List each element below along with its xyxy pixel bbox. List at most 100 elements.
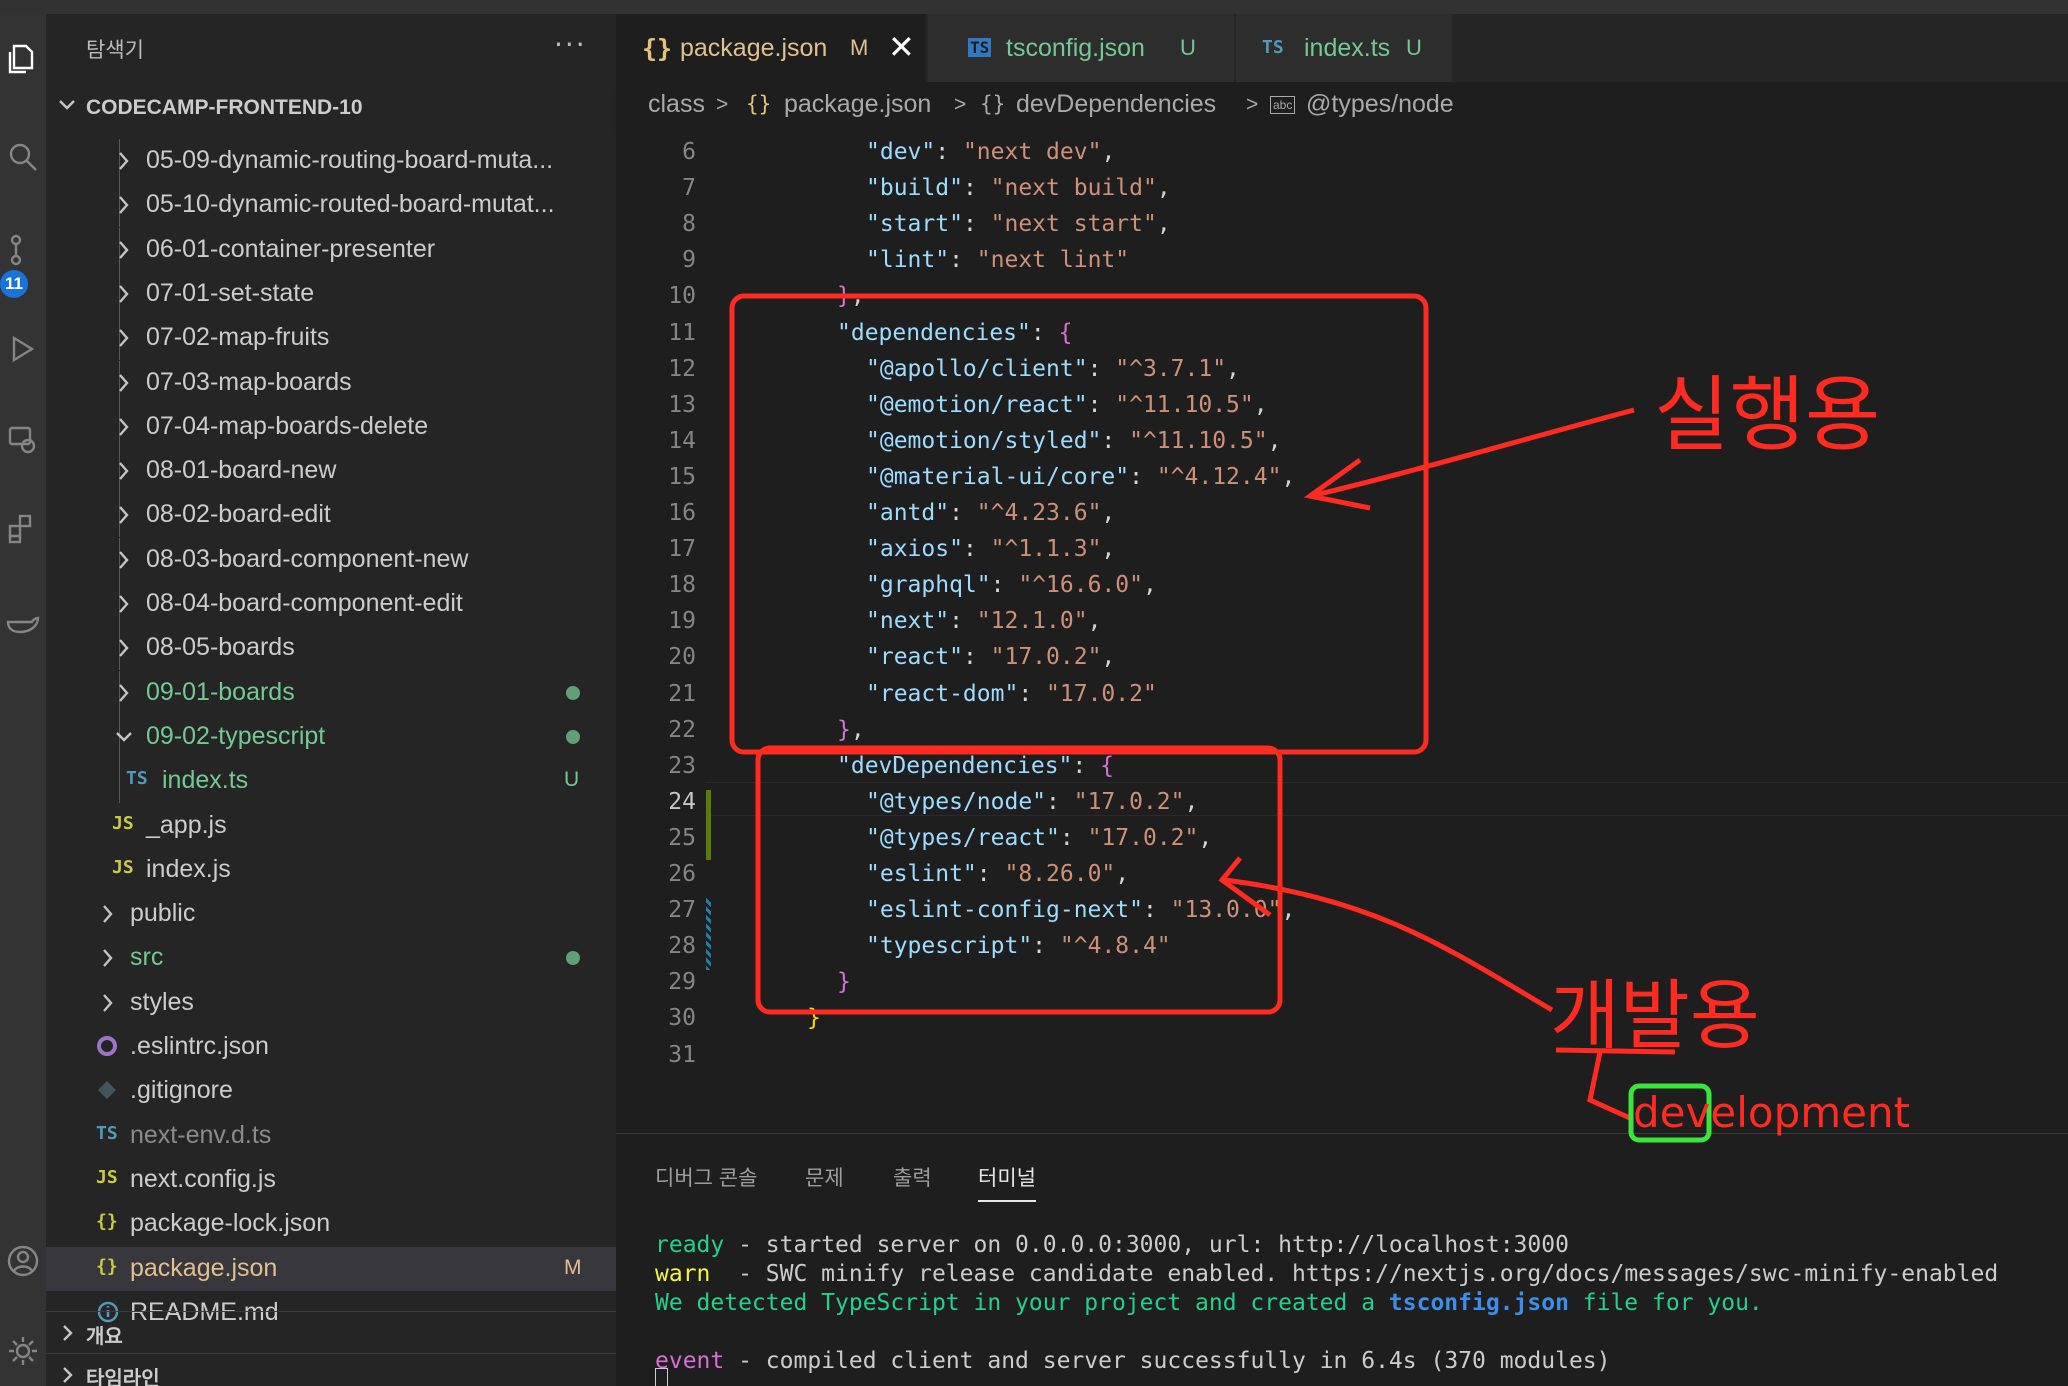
workspace-root[interactable]: CODECAMP-FRONTEND-10 [46,88,616,128]
tree-item[interactable]: 08-01-board-new [46,449,616,494]
tree-item[interactable]: 09-01-boards [46,670,616,715]
code-editor[interactable]: 6 7 8 9 10 11 12 13 14 15 16 17 18 19 20 21 22 23 24 25 26 27… [616,128,2068,1133]
json-key: "start" [866,211,963,238]
tree-item[interactable]: 07-04-map-boards-delete [46,404,616,449]
breadcrumb-item[interactable]: package.json [784,90,931,119]
tree-item-label: _app.js [146,810,227,839]
remote-explorer-icon[interactable] [0,414,46,464]
tree-item[interactable]: 05-10-dynamic-routed-board-mutat... [46,183,616,228]
tree-item[interactable]: src [46,936,616,980]
tab-label: package.json [680,34,828,62]
tree-item[interactable]: 05-09-dynamic-routing-board-muta... [46,139,616,183]
breadcrumb-item[interactable]: class [648,90,705,119]
chevron-right-icon [114,503,134,527]
code-line: "typescript": "^4.8.4" [866,933,1171,959]
tree-item[interactable]: public [46,892,616,936]
token: : [1129,463,1157,490]
token: : [1072,752,1101,779]
tree-item-label: 08-03-board-component-new [146,544,469,573]
chevron-right-icon [114,326,134,350]
punctuation: , [1087,608,1102,635]
tree-item[interactable]: 07-02-map-fruits [46,316,616,361]
chevron-right-icon [98,902,118,926]
code-line: "react-dom": "17.0.2" [866,681,1157,707]
tree-item[interactable]: 08-03-board-component-new [46,537,616,582]
breadcrumb-item[interactable]: @types/node [1306,90,1454,119]
tab-package-json[interactable]: {} package.json M ✕ [616,14,926,82]
chevron-right-icon [114,282,134,306]
terminal-line: event - compiled client and server succe… [655,1348,1610,1374]
code-line: "dependencies": { [837,320,1072,346]
tree-item[interactable]: 08-02-board-edit [46,493,616,538]
json-value: "^4.8.4" [1059,933,1171,960]
tree-item[interactable]: 07-03-map-boards [46,360,616,405]
tree-item[interactable]: JS _app.js [46,804,616,848]
tree-item[interactable]: .eslintrc.json [46,1025,616,1069]
tree-item[interactable]: 07-01-set-state [46,271,616,316]
tree-item[interactable]: TS next-env.d.ts [46,1114,616,1158]
tree-item-label: 07-02-map-fruits [146,323,330,352]
json-key: "@apollo/client" [866,355,1088,382]
source-control-badge: 11 [0,270,28,298]
token: : [1087,355,1116,382]
chevron-right-icon [114,193,134,217]
git-added-gutter [706,790,711,860]
account-icon[interactable] [0,1236,46,1286]
token: : [962,211,991,238]
tree-item[interactable]: JS next.config.js [46,1158,616,1202]
chevron-down-icon [56,92,78,122]
eslint-file-icon [96,1035,118,1062]
token: : [1059,824,1088,851]
punctuation: , [1156,175,1171,202]
tab-problems[interactable]: 문제 [805,1162,844,1192]
punctuation: , [1101,500,1116,526]
run-debug-icon[interactable] [0,324,46,374]
tree-item[interactable]: JS index.js [46,848,616,892]
code-line: "build": "next build", [866,175,1171,201]
tree-item[interactable]: styles [46,981,616,1025]
close-icon[interactable]: ✕ [888,28,915,66]
settings-gear-icon[interactable] [0,1326,46,1376]
chevron-right-icon [58,1364,76,1386]
tree-item[interactable]: .gitignore [46,1069,616,1113]
log-text: - SWC minify release candidate enabled. … [738,1261,1999,1287]
tab-debug-console[interactable]: 디버그 콘솔 [655,1162,757,1192]
code-line: "start": "next start", [866,211,1171,237]
timeline-section[interactable]: 타임라인 [46,1353,616,1386]
json-key: "@types/node" [866,788,1047,815]
title-bar [0,0,2068,14]
token: { [1058,319,1073,346]
tree-item[interactable]: TS index.ts U [46,759,616,804]
tree-item-label: index.ts [162,766,249,795]
tab-tsconfig-json[interactable]: TS tsconfig.json U [928,14,1234,82]
tree-item[interactable]: {} package.json M [46,1246,616,1291]
breadcrumb-item[interactable]: devDependencies [1016,90,1216,119]
json-key: "lint" [866,247,950,274]
json-value: "13.0.0" [1170,897,1282,924]
search-icon[interactable] [0,132,46,182]
tree-item[interactable]: 08-05-boards [46,626,616,671]
json-key: "next" [866,608,950,635]
tree-item[interactable]: 08-04-board-component-edit [46,582,616,626]
more-actions-icon[interactable]: ··· [554,28,587,61]
breadcrumb: class > {} package.json > {} devDependen… [616,82,2068,128]
docker-icon[interactable] [0,596,46,646]
outline-section[interactable]: 개요 [46,1311,616,1353]
tree-item[interactable]: 09-02-typescript [46,714,616,759]
code-line: "antd": "^4.23.6", [866,500,1115,526]
chevron-down-icon [114,725,134,749]
json-key: "typescript" [866,933,1033,960]
explorer-icon[interactable] [0,34,46,84]
tab-terminal[interactable]: 터미널 [978,1162,1036,1202]
token: : [1142,897,1171,924]
punctuation: , [1101,644,1116,671]
extensions-icon[interactable] [0,504,46,554]
tree-item[interactable]: 06-01-container-presenter [46,227,616,272]
json-key: "@types/react" [866,824,1060,851]
token: } [807,1005,821,1032]
tab-output[interactable]: 출력 [893,1162,932,1192]
code-line: "@material-ui/core": "^4.12.4", [866,464,1295,490]
tab-index-ts[interactable]: TS index.ts U [1236,14,1452,82]
tree-item[interactable]: {} package-lock.json [46,1202,616,1246]
source-control-icon[interactable] [0,224,46,274]
